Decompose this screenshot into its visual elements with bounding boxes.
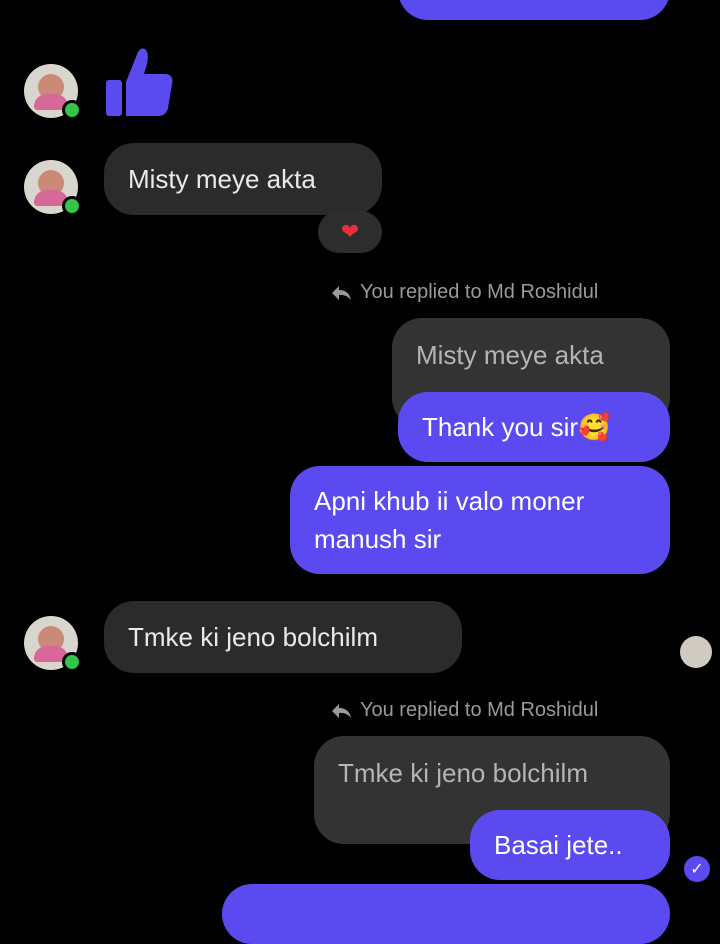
online-indicator <box>62 652 82 672</box>
message-text: Thank you sir🥰 <box>422 412 611 442</box>
outgoing-message[interactable]: Basai jete.. <box>470 810 670 880</box>
incoming-message[interactable]: Misty meye akta <box>104 143 382 215</box>
online-indicator <box>62 196 82 216</box>
message-text: Basai jete.. <box>494 830 623 860</box>
reaction-badge[interactable]: ❤ <box>318 211 382 253</box>
message-text-line1: Apni khub ii valo moner <box>314 486 585 516</box>
reply-label-text: You replied to Md Roshidul <box>360 281 599 303</box>
heart-icon: ❤ <box>340 219 360 244</box>
avatar[interactable] <box>24 64 82 120</box>
outgoing-bubble-partial[interactable] <box>222 884 670 944</box>
message-text-line2: manush sir <box>314 524 442 554</box>
outgoing-message[interactable]: Thank you sir🥰 <box>398 392 670 462</box>
reply-arrow-icon <box>332 703 351 718</box>
incoming-message[interactable]: Tmke ki jeno bolchilm <box>104 601 462 673</box>
quoted-text: Misty meye akta <box>416 340 604 370</box>
message-text: Misty meye akta <box>128 164 316 194</box>
seen-avatar <box>680 636 712 668</box>
reply-arrow-icon <box>332 285 351 300</box>
quoted-text: Tmke ki jeno bolchilm <box>338 758 588 788</box>
reply-label: You replied to Md Roshidul <box>330 281 598 304</box>
thumbs-up-icon[interactable] <box>104 44 176 118</box>
message-text: Tmke ki jeno bolchilm <box>128 622 378 652</box>
delivered-check-icon: ✓ <box>684 856 710 882</box>
avatar[interactable] <box>24 616 82 672</box>
outgoing-bubble-partial[interactable] <box>398 0 670 20</box>
online-indicator <box>62 100 82 120</box>
avatar[interactable] <box>24 160 82 216</box>
reply-label: You replied to Md Roshidul <box>330 699 598 722</box>
outgoing-message[interactable]: Apni khub ii valo moner manush sir <box>290 466 670 574</box>
reply-label-text: You replied to Md Roshidul <box>360 699 599 721</box>
